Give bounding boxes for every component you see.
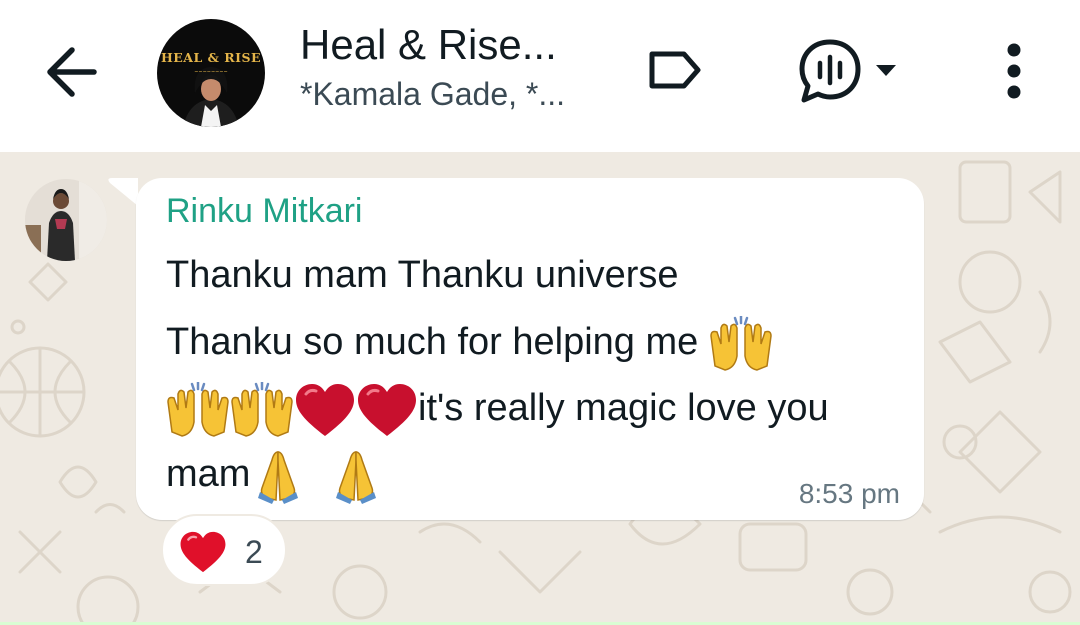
bubble-tail: [108, 178, 138, 206]
chat-area[interactable]: Rinku Mitkari Thanku mam Thanku universe…: [0, 152, 1080, 625]
raised-hands-emoji-icon: [167, 382, 229, 437]
chat-title: Heal & Rise...: [300, 21, 557, 68]
reaction-pill[interactable]: 2: [161, 514, 287, 586]
label-button[interactable]: [644, 44, 706, 96]
message-timestamp: 8:53 pm: [798, 478, 900, 509]
group-avatar[interactable]: HEAL & RISE ~~~~~~~~: [157, 19, 265, 127]
sender-avatar-image: [25, 179, 107, 261]
message-line-4: mam: [166, 448, 384, 504]
red-heart-emoji-icon: [296, 384, 354, 436]
chat-subtitle: *Kamala Gade, *...: [300, 76, 566, 112]
red-heart-emoji-icon: [358, 384, 416, 436]
message-text-3: it's really magic love you: [418, 387, 829, 430]
message-text-2: Thanku so much for helping me: [166, 321, 699, 364]
message-bubble[interactable]: Rinku Mitkari Thanku mam Thanku universe…: [136, 178, 924, 520]
sender-avatar[interactable]: [25, 179, 107, 261]
caret-down-icon: [876, 65, 896, 76]
avatar-tagline: ~~~~~~~~: [194, 69, 228, 75]
voice-chat-icon: [799, 39, 896, 103]
red-heart-icon: [180, 531, 226, 573]
message-line-1: Thanku mam Thanku universe: [166, 252, 679, 298]
more-vertical-icon: [1007, 43, 1021, 99]
raised-hands-emoji-icon: [231, 382, 293, 437]
arrow-left-icon: [47, 47, 97, 97]
voice-chat-button[interactable]: [796, 38, 904, 104]
reaction-count: 2: [245, 534, 263, 570]
more-options-button[interactable]: [994, 40, 1034, 104]
avatar-brand-text: HEAL & RISE: [160, 50, 262, 65]
message-text-4: mam: [166, 453, 251, 496]
back-button[interactable]: [40, 40, 104, 104]
message-line-2: Thanku so much for helping me: [166, 316, 773, 372]
raised-hands-emoji-icon: [710, 316, 772, 371]
chat-header: HEAL & RISE ~~~~~~~~ Heal & Rise... *Kam…: [0, 0, 1080, 152]
message-text-1: Thanku mam Thanku universe: [166, 254, 679, 296]
message-line-3: it's really magic love you: [166, 382, 829, 438]
folded-hands-emoji-icon: [258, 451, 299, 504]
folded-hands-emoji-icon: [335, 451, 376, 504]
label-tag-icon: [649, 51, 701, 89]
message-sender-name[interactable]: Rinku Mitkari: [166, 192, 362, 231]
chat-title-block[interactable]: Heal & Rise... *Kamala Gade, *...: [300, 20, 630, 114]
